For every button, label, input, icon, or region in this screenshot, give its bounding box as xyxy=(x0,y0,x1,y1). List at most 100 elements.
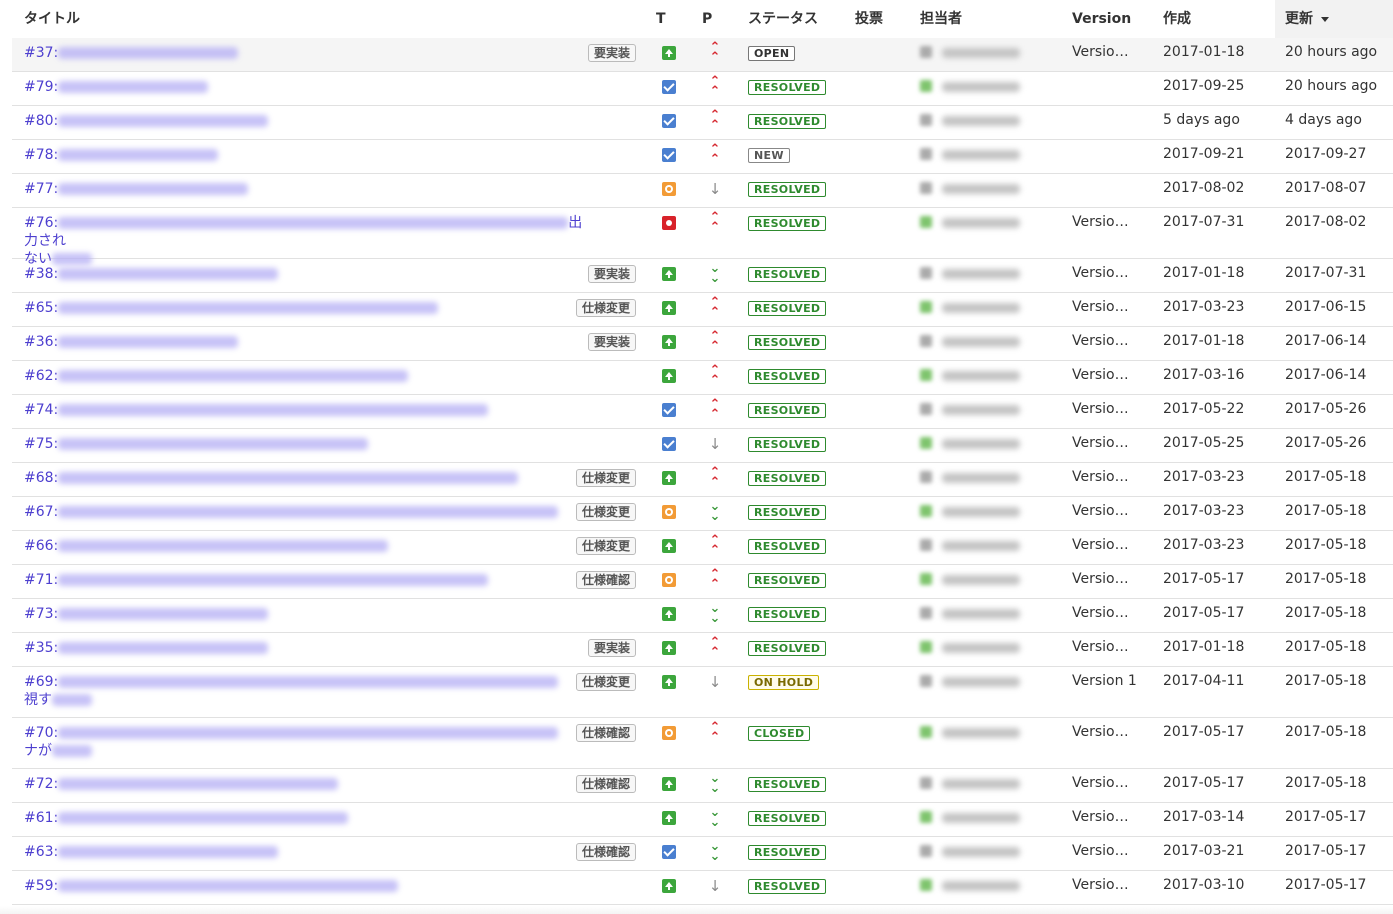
redacted-title-text xyxy=(58,727,559,739)
priority-low-icon: ⌄ ⌄ xyxy=(709,839,721,864)
column-header-updated[interactable]: 更新 xyxy=(1275,0,1393,38)
column-header-version[interactable]: Version xyxy=(1072,0,1131,38)
version-cell: Versio… xyxy=(1072,775,1129,791)
issue-row[interactable]: #74: ⌃ ⌃ RESOLVED Versio… 2017-05-22 2017-05-2… xyxy=(12,395,1393,429)
issue-title-link[interactable]: #78: xyxy=(24,146,584,164)
updated-date: 2017-05-17 xyxy=(1285,843,1367,859)
issue-title-link[interactable]: #73: xyxy=(24,605,584,623)
issue-title-link[interactable]: #71: xyxy=(24,571,584,589)
issue-title-link[interactable]: #38: xyxy=(24,265,584,283)
issue-title-link[interactable]: #61: xyxy=(24,809,584,827)
avatar xyxy=(920,335,932,347)
issue-title-link[interactable]: #59: xyxy=(24,877,584,895)
issue-row[interactable]: #70: ナが 仕様確認 ⌃ ⌃ CLOSED Versio… 2017-05-17 2017-… xyxy=(12,718,1393,769)
updated-date: 2017-05-18 xyxy=(1285,724,1367,740)
issue-row[interactable]: #71: 仕様確認 ⌃ ⌃ RESOLVED Versio… 2017-05-17 2017-… xyxy=(12,565,1393,599)
redacted-title-text xyxy=(58,268,279,280)
status-badge: RESOLVED xyxy=(748,811,827,826)
redacted-assignee-name xyxy=(942,643,1020,653)
task-checkbox-icon xyxy=(662,80,676,94)
column-header-title[interactable]: タイトル xyxy=(24,0,80,38)
status-badge: RESOLVED xyxy=(748,641,827,656)
version-cell: Versio… xyxy=(1072,333,1129,349)
avatar xyxy=(920,845,932,857)
issue-number: #75: xyxy=(24,436,59,452)
issue-number: #36: xyxy=(24,334,59,350)
avatar xyxy=(920,216,932,228)
version-cell: Version 1 xyxy=(1072,673,1137,689)
issue-number: #72: xyxy=(24,776,59,792)
issue-title-link[interactable]: #74: xyxy=(24,401,584,419)
issue-title-link[interactable]: #75: xyxy=(24,435,584,453)
issue-title-link[interactable]: #67: xyxy=(24,503,584,521)
issue-label-badge: 仕様変更 xyxy=(576,469,637,487)
issue-title-link[interactable]: #66: xyxy=(24,537,584,555)
issue-title-link[interactable]: #62: xyxy=(24,367,584,385)
issue-title-link[interactable]: #65: xyxy=(24,299,584,317)
version-cell: Versio… xyxy=(1072,639,1129,655)
issue-row[interactable]: #35: 要実装 ⌃ ⌃ RESOLVED Versio… 2017-01-18 2017-0… xyxy=(12,633,1393,667)
redacted-assignee-name xyxy=(942,575,1020,585)
upgrade-icon xyxy=(662,811,676,825)
idea-icon xyxy=(662,182,676,196)
status-badge: RESOLVED xyxy=(748,267,827,282)
upgrade-icon xyxy=(662,301,676,315)
column-header-priority[interactable]: P xyxy=(702,0,712,38)
issue-row[interactable]: #61: ⌄ ⌄ RESOLVED Versio… 2017-03-14 2017-05-1… xyxy=(12,803,1393,837)
issue-row[interactable]: #76: 出力され ない ⌃ ⌃ RESOLVED Versio… 2017-07-31 201… xyxy=(12,208,1393,267)
redacted-title-text xyxy=(58,676,559,688)
updated-date: 2017-08-02 xyxy=(1285,214,1367,230)
column-header-votes[interactable]: 投票 xyxy=(855,0,883,38)
status-badge: RESOLVED xyxy=(748,777,827,792)
upgrade-icon xyxy=(662,267,676,281)
issue-row[interactable]: #62: ⌃ ⌃ RESOLVED Versio… 2017-03-16 2017-06-1… xyxy=(12,361,1393,395)
version-cell: Versio… xyxy=(1072,809,1129,825)
issue-row[interactable]: #68: 仕様変更 ⌃ ⌃ RESOLVED Versio… 2017-03-23 2017-… xyxy=(12,463,1393,497)
issue-row[interactable]: #80: ⌃ ⌃ RESOLVED 5 days ago 4 days ago xyxy=(12,106,1393,140)
issue-row[interactable]: #75: ↓ RESOLVED Versio… 2017-05-25 2017-05-26 xyxy=(12,429,1393,463)
issue-row[interactable]: #59: ↓ RESOLVED Versio… 2017-03-10 2017-05-17 xyxy=(12,871,1393,905)
issue-row[interactable]: #36: 要実装 ⌃ ⌃ RESOLVED Versio… 2017-01-18 2017-0… xyxy=(12,327,1393,361)
issue-title-link[interactable]: #63: xyxy=(24,843,584,861)
issue-row[interactable]: #65: 仕様変更 ⌃ ⌃ RESOLVED Versio… 2017-03-23 2017-… xyxy=(12,293,1393,327)
avatar xyxy=(920,811,932,823)
issue-row[interactable]: #69: 視す 仕様変更 ↓ ON HOLD Version 1 2017-04-11 201… xyxy=(12,667,1393,718)
issue-row[interactable]: #37: 要実装 ⌃ ⌃ OPEN Versio… 2017-01-18 20 hours a… xyxy=(12,38,1393,72)
redacted-title-text xyxy=(58,540,389,552)
redacted-title-text xyxy=(58,81,209,93)
issue-row[interactable]: #66: 仕様変更 ⌃ ⌃ RESOLVED Versio… 2017-03-23 2017-… xyxy=(12,531,1393,565)
issue-row[interactable]: #79: ⌃ ⌃ RESOLVED 2017-09-25 20 hours ago xyxy=(12,72,1393,106)
column-header-status[interactable]: ステータス xyxy=(748,0,818,38)
redacted-assignee-name xyxy=(942,728,1020,738)
issue-row[interactable]: #38: 要実装 ⌄ ⌄ RESOLVED Versio… 2017-01-18 2017-0… xyxy=(12,259,1393,293)
issue-title-link[interactable]: #35: xyxy=(24,639,584,657)
updated-date: 2017-05-18 xyxy=(1285,503,1367,519)
issue-row[interactable]: #78: ⌃ ⌃ NEW 2017-09-21 2017-09-27 xyxy=(12,140,1393,174)
issue-title-link[interactable]: #37: xyxy=(24,44,584,62)
issue-title-link[interactable]: #77: xyxy=(24,180,584,198)
column-header-assignee[interactable]: 担当者 xyxy=(920,0,962,38)
issue-row[interactable]: #67: 仕様変更 ⌄ ⌄ RESOLVED Versio… 2017-03-23 2017-… xyxy=(12,497,1393,531)
created-date: 2017-01-18 xyxy=(1163,265,1245,281)
column-header-type[interactable]: T xyxy=(656,0,666,38)
issue-title-link[interactable]: #79: xyxy=(24,78,584,96)
issue-row[interactable]: #63: 仕様確認 ⌄ ⌄ RESOLVED Versio… 2017-03-21 2017-… xyxy=(12,837,1393,871)
upgrade-icon xyxy=(662,335,676,349)
issue-title-link[interactable]: #68: xyxy=(24,469,584,487)
updated-date: 2017-05-17 xyxy=(1285,809,1367,825)
issue-row[interactable]: #72: 仕様確認 ⌄ ⌄ RESOLVED Versio… 2017-05-17 2017-… xyxy=(12,769,1393,803)
priority-none-icon: ↓ xyxy=(708,877,722,895)
issue-title-link[interactable]: #70: ナが xyxy=(24,724,584,760)
column-header-created[interactable]: 作成 xyxy=(1163,0,1191,38)
issue-title-link[interactable]: #80: xyxy=(24,112,584,130)
issue-title-link[interactable]: #36: xyxy=(24,333,584,351)
issue-title-link[interactable]: #72: xyxy=(24,775,584,793)
created-date: 2017-03-21 xyxy=(1163,843,1245,859)
issue-row[interactable]: #73: ⌄ ⌄ RESOLVED Versio… 2017-05-17 2017-05-1… xyxy=(12,599,1393,633)
issue-title-link[interactable]: #69: 視す xyxy=(24,673,584,709)
redacted-title-text xyxy=(58,438,369,450)
redacted-title-text xyxy=(58,880,399,892)
status-badge: RESOLVED xyxy=(748,573,827,588)
issue-number: #78: xyxy=(24,147,59,163)
issue-row[interactable]: #77: ↓ RESOLVED 2017-08-02 2017-08-07 xyxy=(12,174,1393,208)
